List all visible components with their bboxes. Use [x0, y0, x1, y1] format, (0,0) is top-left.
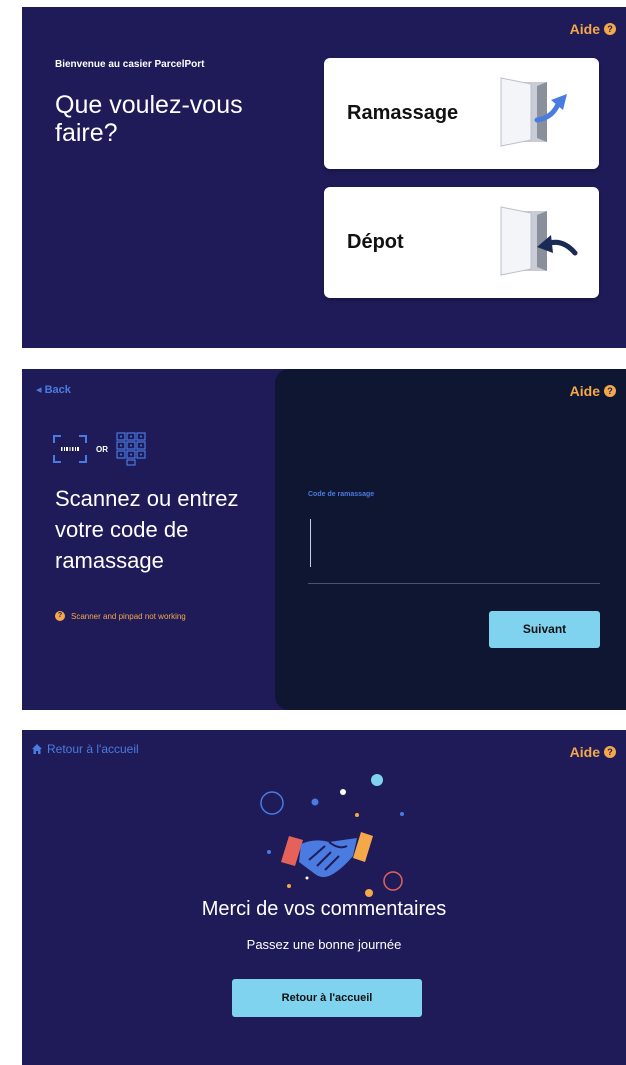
welcome-text: Bienvenue au casier ParcelPort	[55, 59, 205, 70]
code-field-label: Code de ramassage	[308, 491, 375, 498]
help-label: Aide	[569, 383, 600, 399]
barcode-scan-icon	[53, 435, 87, 463]
door-arrow-in-icon	[500, 206, 578, 276]
help-label: Aide	[569, 21, 600, 37]
keypad-icon	[116, 432, 146, 466]
home-icon	[32, 744, 42, 754]
help-link[interactable]: Aide ?	[570, 744, 616, 760]
question-circle-icon: ?	[604, 23, 616, 35]
or-separator: OR	[96, 444, 108, 454]
subtitle: Passez une bonne journée	[246, 937, 402, 952]
page-title: Merci de vos commentaires	[201, 898, 447, 920]
back-label: Back	[44, 384, 71, 396]
question-circle-icon: ?	[604, 385, 616, 397]
return-home-button[interactable]: Retour à l'accueil	[232, 979, 422, 1017]
input-method-icons: OR	[52, 432, 146, 466]
home-link-label: Retour à l'accueil	[47, 742, 139, 756]
drop-option-label: Dépot	[347, 231, 404, 253]
handshake-illustration	[260, 774, 404, 897]
scanner-help-label: Scanner and pinpad not working	[71, 611, 186, 621]
pickup-option-label: Ramassage	[347, 102, 459, 124]
help-link[interactable]: Aide ?	[570, 21, 616, 37]
scanner-help-link[interactable]: ? Scanner and pinpad not working	[55, 611, 186, 621]
thank-you-screen: Retour à l'accueil Aide ? Merci de vos c…	[22, 730, 626, 1065]
help-label: Aide	[569, 744, 600, 760]
help-link[interactable]: Aide ?	[570, 383, 616, 399]
next-button[interactable]: Suivant	[489, 611, 600, 648]
scan-code-screen: ◂ Back Aide ? OR Scannez ou entrez votre…	[22, 369, 626, 710]
question-circle-icon: ?	[604, 746, 616, 758]
page-title: Scannez ou entrez votre code de ramassag…	[55, 486, 239, 573]
door-arrow-out-icon	[500, 77, 567, 147]
back-chevron-icon: ◂	[36, 384, 42, 396]
home-link[interactable]: Retour à l'accueil	[32, 742, 139, 756]
back-link[interactable]: ◂ Back	[36, 383, 71, 396]
drop-option-button[interactable]: Dépot	[324, 187, 599, 298]
question-circle-icon: ?	[55, 611, 65, 621]
page-title: Que voulez-vous faire?	[55, 91, 243, 147]
pickup-code-input[interactable]	[308, 515, 600, 584]
choose-action-screen: Aide ? Bienvenue au casier ParcelPort Qu…	[22, 7, 626, 348]
text-cursor	[310, 519, 311, 567]
pickup-option-button[interactable]: Ramassage	[324, 58, 599, 169]
